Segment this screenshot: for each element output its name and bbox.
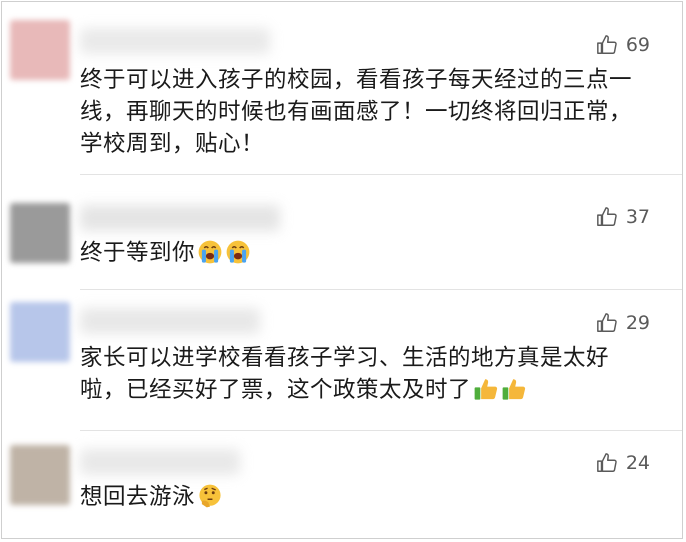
comment-list: 69 终于可以进入孩子的校园，看看孩子每天经过的三点一线，再聊天的时候也有画面感…: [1, 1, 683, 539]
thumbs-up-icon: [596, 313, 617, 332]
username[interactable]: [80, 449, 240, 475]
loudly-crying-face-icon: [226, 240, 250, 264]
thinking-face-icon: [199, 484, 221, 508]
comment-item: 24 想回去游泳: [2, 431, 682, 539]
like-count: 37: [625, 206, 650, 228]
like-count: 69: [625, 34, 650, 56]
comment-text: 终于等到你: [80, 237, 650, 269]
thumbs-up-emoji-icon: [474, 379, 498, 400]
username[interactable]: [80, 28, 270, 54]
username[interactable]: [80, 205, 280, 231]
avatar[interactable]: [10, 302, 70, 362]
username[interactable]: [80, 308, 260, 334]
thumbs-up-icon: [596, 35, 617, 54]
like-button[interactable]: 69: [596, 34, 650, 56]
comment-item: 29 家长可以进学校看看孩子学习、生活的地方真是太好啦，已经买好了票，这个政策太…: [2, 290, 682, 430]
comment-item: 37 终于等到你: [2, 175, 682, 290]
comment-text: 终于可以进入孩子的校园，看看孩子每天经过的三点一线，再聊天的时候也有画面感了！一…: [80, 67, 633, 157]
like-count: 29: [625, 312, 650, 334]
like-count: 24: [625, 452, 650, 474]
avatar[interactable]: [10, 203, 70, 263]
comment-item: 69 终于可以进入孩子的校园，看看孩子每天经过的三点一线，再聊天的时候也有画面感…: [2, 2, 682, 172]
avatar[interactable]: [10, 445, 70, 505]
comment-text: 想回去游泳: [80, 481, 650, 513]
loudly-crying-face-icon: [198, 240, 222, 264]
like-button[interactable]: 29: [596, 312, 650, 334]
comment-text: 家长可以进学校看看孩子学习、生活的地方真是太好啦，已经买好了票，这个政策太及时了: [80, 345, 610, 403]
avatar[interactable]: [10, 20, 70, 80]
thumbs-up-icon: [596, 207, 617, 226]
like-button[interactable]: 37: [596, 206, 650, 228]
like-button[interactable]: 24: [596, 452, 650, 474]
thumbs-up-emoji-icon: [502, 379, 526, 400]
thumbs-up-icon: [596, 453, 617, 472]
